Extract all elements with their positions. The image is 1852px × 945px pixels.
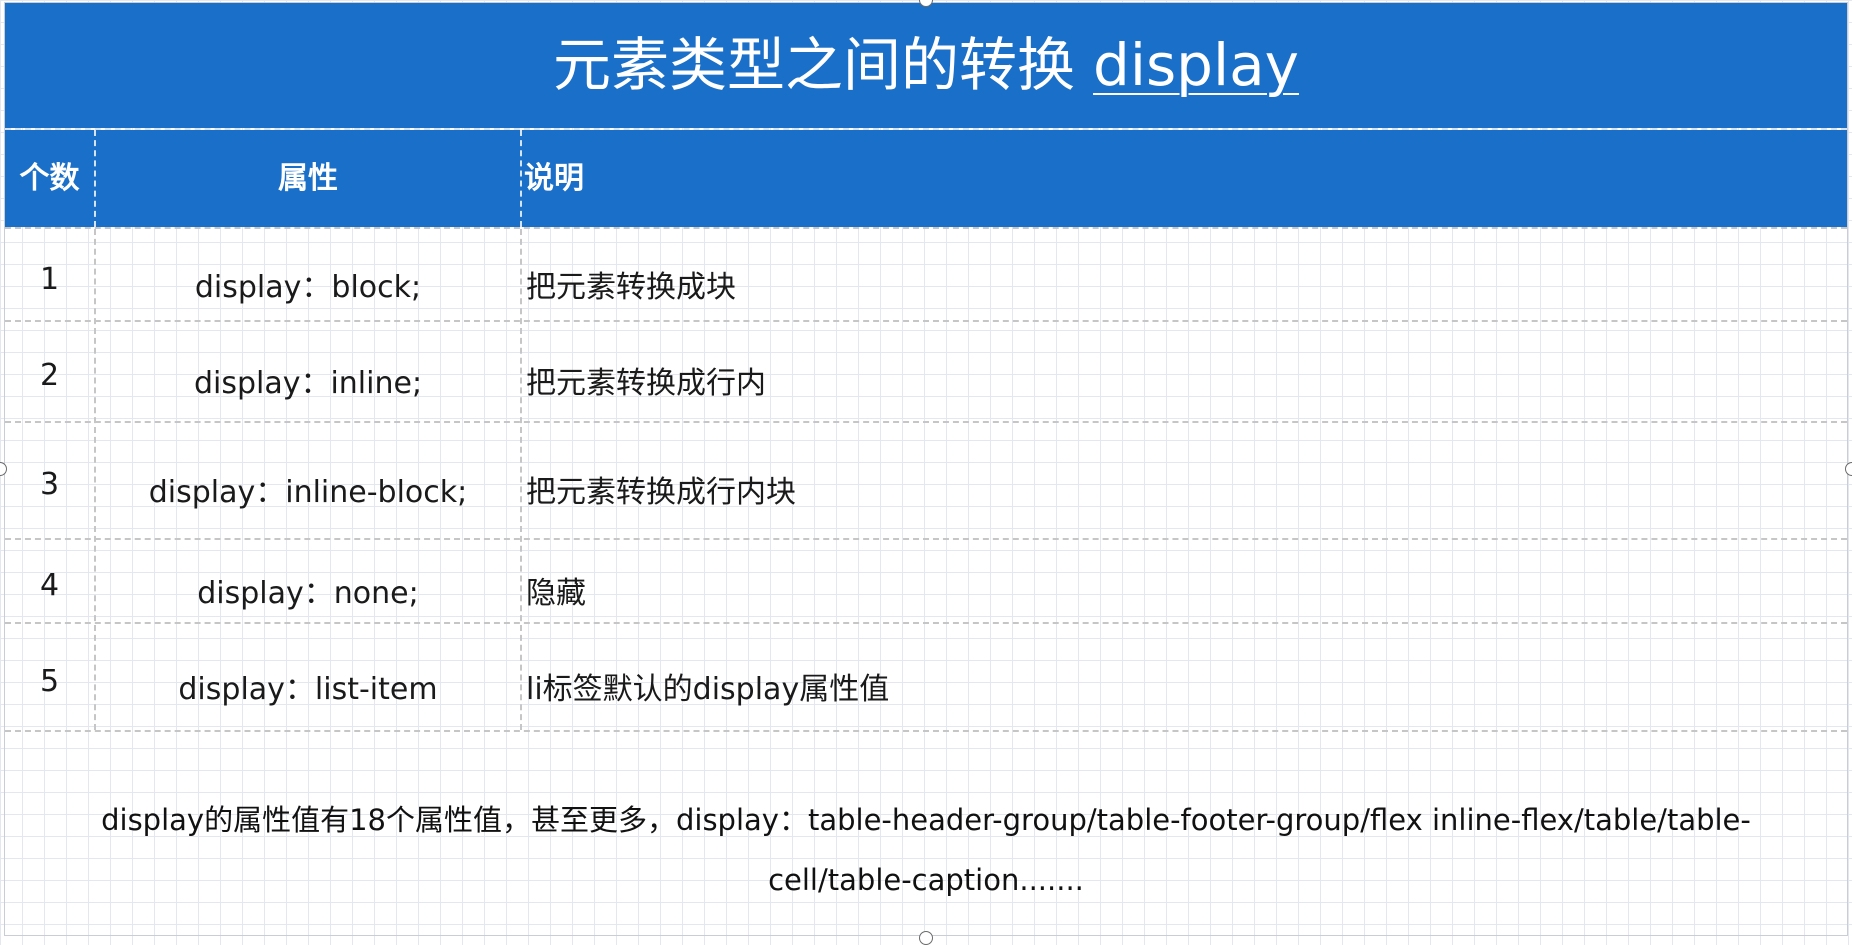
row-number: 4 <box>39 568 60 603</box>
divider <box>5 538 1847 540</box>
divider <box>5 622 1847 624</box>
resize-handle-right[interactable] <box>1845 462 1852 476</box>
resize-handle-bottom[interactable] <box>919 931 933 945</box>
divider <box>5 320 1847 322</box>
footnote-text: display的属性值有18个属性值，甚至更多，display：table-he… <box>101 803 1751 897</box>
row-property: display：none; <box>197 576 419 611</box>
divider <box>520 229 522 730</box>
row-description: 把元素转换成块 <box>526 270 736 305</box>
row-property: display：inline; <box>193 366 423 401</box>
row-number: 1 <box>39 262 60 297</box>
divider <box>5 730 1847 732</box>
row-number: 2 <box>39 358 60 393</box>
row-property: display：inline-block; <box>148 475 468 510</box>
row-description: 把元素转换成行内块 <box>526 475 796 510</box>
header-count: 个数 <box>19 161 80 196</box>
row-property: display：block; <box>194 270 422 305</box>
row-description: 隐藏 <box>526 576 586 611</box>
header-description: 说明 <box>524 161 584 196</box>
divider <box>520 130 522 227</box>
divider <box>5 421 1847 423</box>
row-number: 5 <box>39 664 60 699</box>
row-description: 把元素转换成行内 <box>526 366 766 401</box>
row-property: display：list-item <box>178 672 438 707</box>
title-main: 元素类型之间的转换 <box>553 31 1076 99</box>
page-title: 元素类型之间的转换 display <box>5 3 1847 128</box>
row-description: li标签默认的display属性值 <box>526 672 890 707</box>
row-number: 3 <box>39 467 60 502</box>
title-banner: 元素类型之间的转换 display <box>5 3 1847 128</box>
title-keyword: display <box>1093 31 1299 99</box>
divider <box>5 227 1847 229</box>
header-property: 属性 <box>278 161 338 196</box>
